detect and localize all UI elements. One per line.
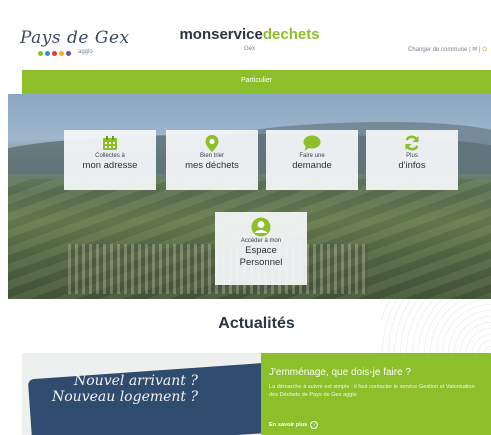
tile-label-large: Espace [245,245,277,256]
tile-label-large: mon adresse [82,160,138,171]
news-image-line-1: Nouvel arrivant ? [74,373,198,389]
calendar-icon [103,136,117,150]
tab-particulier[interactable]: Particulier [22,77,491,84]
tile-label-small: Plus [406,153,418,159]
chat-bubble-icon [303,135,321,151]
news-card[interactable]: J'emménage, que dois-je faire ? La démar… [261,353,491,435]
news-card-body: La démarche à suivre est simple : il fau… [269,384,475,398]
tile-plus-infos[interactable]: Plus d'infos [366,130,458,190]
news-section-header: Actualités [22,299,491,353]
refresh-icon [405,135,419,151]
tile-espace-personnel[interactable]: Accéder à mon Espace Personnel [215,212,307,285]
read-more-link[interactable]: En savoir plus › [269,421,319,429]
mail-icon[interactable]: ✉ [472,47,477,53]
news-title: Actualités [218,315,295,332]
read-more-label: En savoir plus [269,422,308,428]
site-header: Pays de Gex agglo monservicedechets Gex … [8,0,491,68]
tile-bien-trier[interactable]: Bien trier mes déchets [166,130,258,190]
power-icon[interactable]: ⏻ [482,47,487,53]
chevron-right-icon: › [310,421,319,429]
news-image-line-2: Nouveau logement ? [52,389,199,405]
hero-banner: Collectes à mon adresse Bien trier mes d… [8,94,491,299]
brand-part-2: dechets [262,26,320,43]
tile-label-small: Bien trier [199,153,224,159]
tile-collectes[interactable]: Collectes à mon adresse [64,130,156,190]
main-nav: Particulier [22,70,491,94]
user-icon [251,217,271,237]
site-brand[interactable]: monservicedechets [8,26,491,43]
tile-label-small: Faire une [299,153,325,159]
tile-label-large: demande [292,160,332,171]
brand-part-1: monservice [179,26,263,43]
tile-label-small: Accéder à mon [240,238,282,244]
header-utilities: Changer de commune | ✉ | ⏻ [408,47,487,53]
tile-faire-demande[interactable]: Faire une demande [266,130,358,190]
tile-label-large: Personnel [239,257,283,268]
tile-label-small: Collectes à [95,153,125,159]
news-image[interactable]: Nouvel arrivant ? Nouveau logement ? [22,353,261,435]
tile-label-large: mes déchets [185,160,239,171]
change-commune-link[interactable]: Changer de commune [408,47,467,53]
tile-label-large: d'infos [398,160,426,171]
location-pin-icon [205,135,219,152]
page-frame: Pays de Gex agglo monservicedechets Gex … [8,0,491,435]
news-card-heading: J'emménage, que dois-je faire ? [269,367,411,378]
